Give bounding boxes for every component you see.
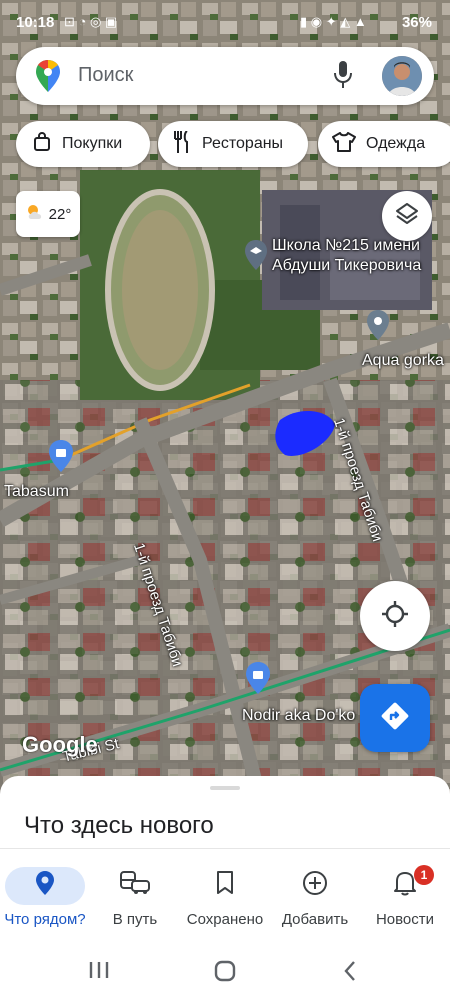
my-location-button[interactable] [360,581,430,651]
directions-button[interactable] [360,684,430,752]
crosshair-icon [381,600,409,633]
nav-label: Добавить [281,911,349,928]
aqua-gorka-marker-icon[interactable] [367,310,389,340]
map-label-school[interactable]: Школа №215 имени Абдуши Тикеровича [272,236,421,276]
nodir-marker-icon[interactable] [246,662,270,694]
location-pin-icon [25,867,65,899]
chip-label: Покупки [62,135,123,152]
microphone-icon[interactable] [334,61,352,94]
recent-apps-icon[interactable] [88,960,110,985]
whats-new-sheet[interactable]: Что здесь нового [0,776,450,858]
nav-label: В путь [112,911,158,928]
layers-button[interactable] [382,191,432,241]
google-logo: Google [22,732,98,757]
nav-explore[interactable]: Что рядом? [0,849,90,941]
google-maps-logo-icon [36,60,60,97]
weather-temperature: 22° [48,205,72,223]
status-bar: 10:18 ⊡ ◔ ◎ ▣ ▮ ◉ ✦ ◭ ▲ 36% [0,0,450,48]
sheet-title: Что здесь нового [24,812,214,839]
nav-label: Сохранено [186,911,264,928]
clothing-icon [332,131,356,157]
map-label-aqua-gorka[interactable]: Aqua gorka [362,352,444,370]
chip-shopping[interactable]: Покупки [16,121,150,167]
bookmark-icon [205,867,245,899]
map-label-tabasum[interactable]: Tabasum [4,483,69,501]
satellite-map[interactable]: Школа №215 имени Абдуши Тикеровича Aqua … [0,0,450,800]
status-time: 10:18 [16,14,55,31]
back-icon[interactable] [342,960,358,987]
chip-label: Одежда [366,135,426,152]
commute-icon [115,867,155,899]
battery-level: 36% [401,14,432,31]
chip-label: Рестораны [202,135,284,152]
directions-icon [381,702,409,735]
nav-commute[interactable]: В путь [90,849,180,941]
notification-icons: ⊡ ◔ ◎ ▣ [64,14,118,29]
shopping-bag-icon [32,131,52,157]
search-input[interactable]: Поиск [78,64,133,87]
nav-label: Новости [375,911,435,928]
search-bar[interactable]: Поиск [16,47,434,105]
tabasum-marker-icon[interactable] [49,440,73,472]
bottom-navigation: Что рядом? В путь Сохранено Добавить 1 Н… [0,848,450,941]
map-label-nodir[interactable]: Nodir aka Do'ko [242,707,355,725]
nav-contribute[interactable]: Добавить [270,849,360,941]
nav-saved[interactable]: Сохранено [180,849,270,941]
profile-avatar[interactable] [382,56,422,96]
chip-clothing[interactable]: Одежда [318,121,450,167]
add-circle-icon [295,867,335,899]
home-icon[interactable] [214,960,236,987]
system-icons: ▮ ◉ ✦ ◭ ▲ [300,14,367,29]
partly-sunny-icon [25,203,45,225]
sheet-drag-handle[interactable] [210,786,240,790]
layers-icon [395,202,419,231]
school-marker-icon[interactable] [245,240,267,270]
nav-updates[interactable]: 1 Новости [360,849,450,941]
notification-badge: 1 [414,865,434,885]
weather-badge[interactable]: 22° [16,191,80,237]
chip-restaurants[interactable]: Рестораны [158,121,308,167]
restaurant-icon [172,129,192,158]
nav-label: Что рядом? [4,911,86,928]
system-navigation-bar [0,940,450,1000]
